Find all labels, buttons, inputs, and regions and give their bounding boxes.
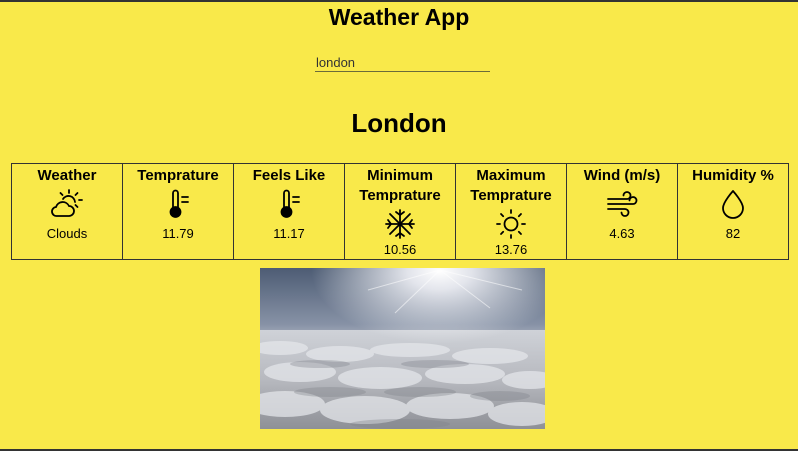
wind-icon [607,191,638,217]
weather-stats-table: Weather Clouds Temprature 11.79 Feels Li… [11,163,789,260]
stat-max-temperature-label: Maximum Temprature [470,167,552,204]
city-name: London [351,108,447,138]
stat-weather: Weather Clouds [12,164,123,259]
stat-feels-like-label: Feels Like [252,167,326,184]
stat-humidity: Humidity % 82 [678,164,788,259]
stat-wind-value: 4.63 [609,226,635,241]
stat-humidity-value: 82 [725,226,741,241]
app-title: Weather App [328,4,470,30]
sun-icon [496,209,526,239]
thermometer-icon [280,189,300,218]
city-search-input[interactable] [315,54,490,72]
droplet-icon [722,190,744,219]
stat-temperature: Temprature 11.79 [123,164,234,259]
stat-humidity-label: Humidity % [692,167,774,184]
stat-min-temperature-value: 10.56 [383,242,417,257]
thermometer-icon [169,189,189,218]
snowflake-icon [385,209,415,239]
window-top-border [0,0,798,2]
stat-wind: Wind (m/s) 4.63 [567,164,678,259]
stat-min-temperature-label: Minimum Temprature [359,167,441,204]
partly-cloudy-icon [51,189,83,217]
stat-wind-label: Wind (m/s) [583,167,661,184]
cloud-sea-image [260,268,545,429]
stat-max-temperature: Maximum Temprature 13.76 [456,164,567,259]
stat-max-temperature-value: 13.76 [494,242,528,257]
stat-feels-like-value: 11.17 [273,226,305,241]
stat-temperature-value: 11.79 [162,226,194,241]
stat-weather-value: Clouds [46,226,88,241]
weather-condition-photo [260,268,545,429]
stat-temperature-label: Temprature [137,167,219,184]
stat-feels-like: Feels Like 11.17 [234,164,345,259]
stat-min-temperature: Minimum Temprature 10.56 [345,164,456,259]
stat-weather-label: Weather [37,167,97,184]
